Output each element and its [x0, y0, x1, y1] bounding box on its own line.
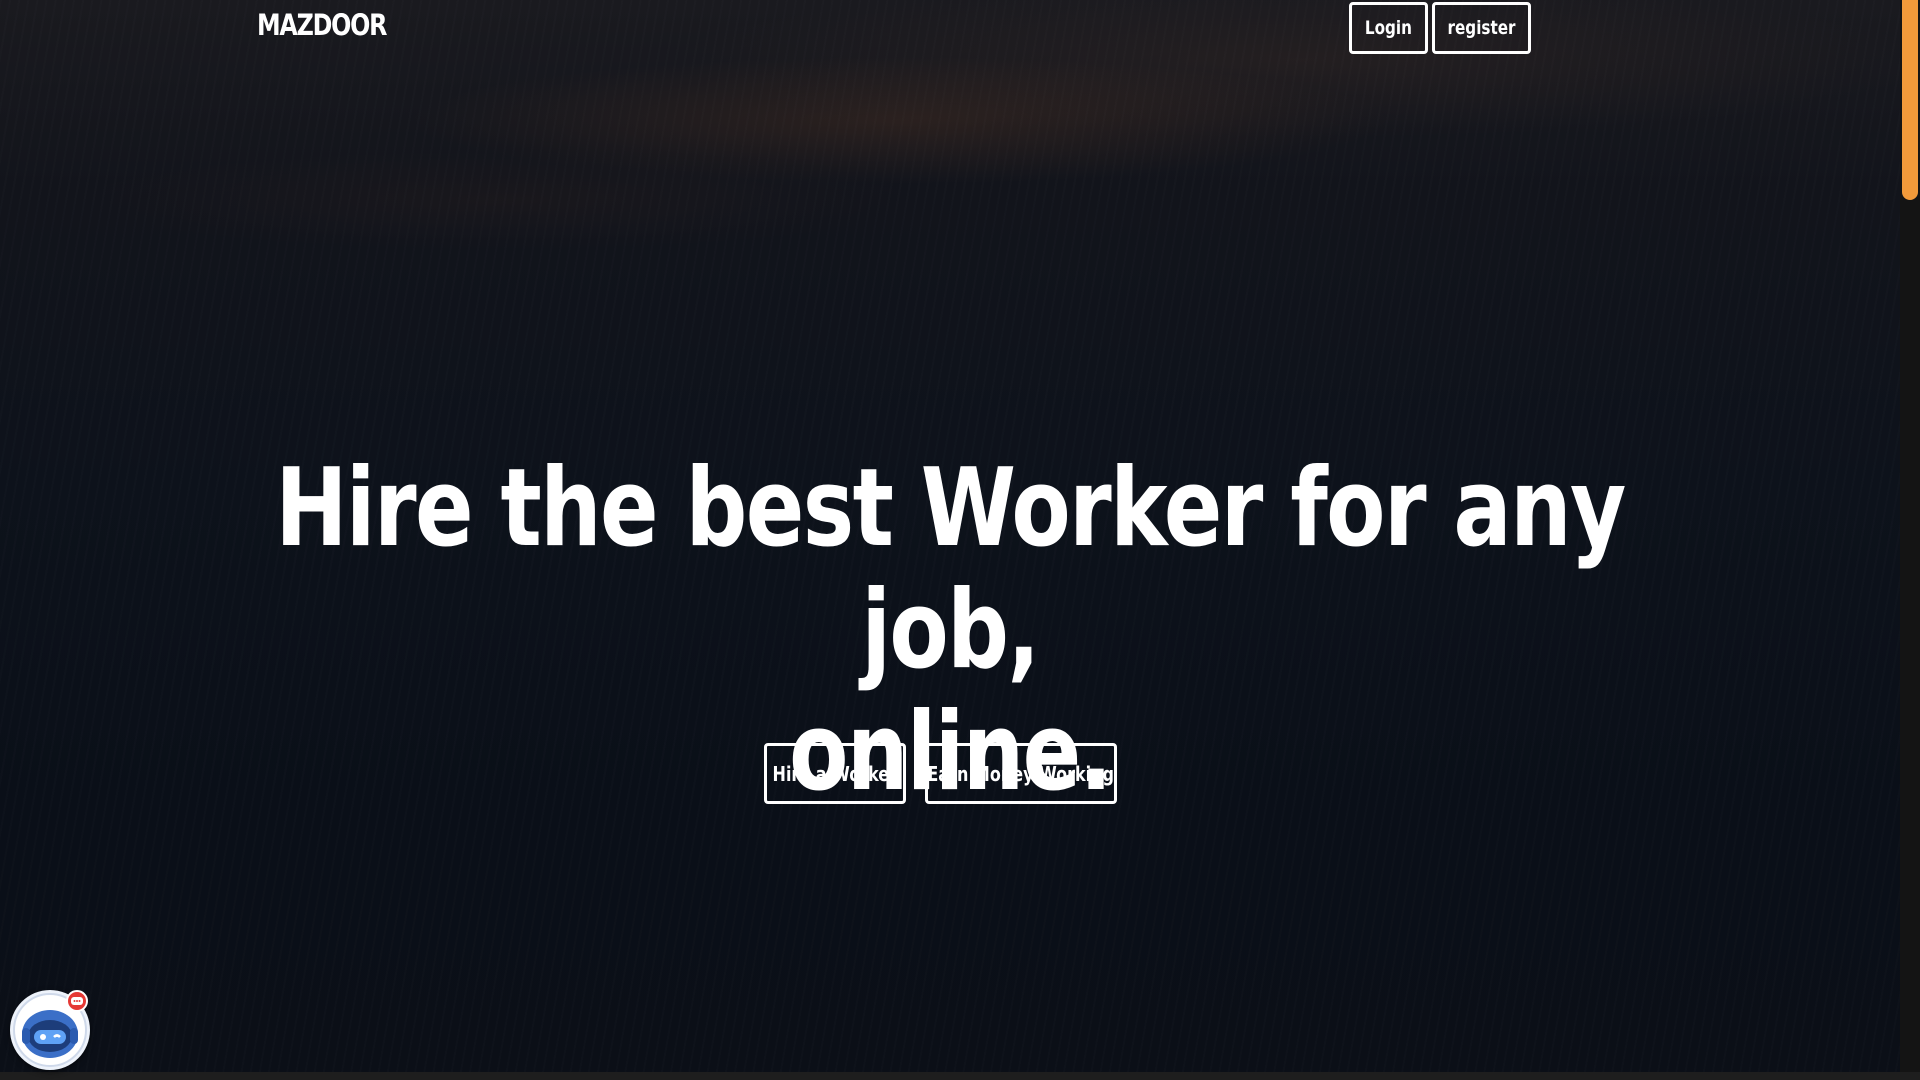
- hero-actions: Hire a Worker Earn Money Working: [0, 743, 1880, 804]
- horizontal-scrollbar-track: [0, 1072, 1920, 1080]
- vertical-scrollbar[interactable]: [1900, 0, 1920, 1072]
- nav-buttons: Login register: [1349, 2, 1531, 54]
- navbar: MAZDOOR Login register: [257, 0, 1531, 56]
- chat-notification-badge: [66, 990, 88, 1012]
- viewport: MAZDOOR Login register Hire the best Wor…: [0, 0, 1920, 1080]
- scrollbar-thumb[interactable]: [1902, 0, 1918, 200]
- earn-money-button[interactable]: Earn Money Working: [924, 743, 1117, 804]
- hire-worker-button-label: Hire a Worker: [772, 761, 897, 786]
- hire-worker-button[interactable]: Hire a Worker: [763, 743, 906, 804]
- earn-money-button-label: Earn Money Working: [927, 761, 1114, 786]
- landing-page: MAZDOOR Login register Hire the best Wor…: [0, 0, 1900, 1072]
- register-button[interactable]: register: [1432, 2, 1531, 54]
- register-button-label: register: [1447, 17, 1516, 39]
- brand-logo[interactable]: MAZDOOR: [257, 8, 387, 42]
- hero-title-line-1: Hire the best Worker for any job,: [275, 446, 1626, 693]
- chat-bubble-icon: [71, 997, 83, 1005]
- login-button-label: Login: [1364, 17, 1413, 39]
- login-button[interactable]: Login: [1349, 2, 1428, 54]
